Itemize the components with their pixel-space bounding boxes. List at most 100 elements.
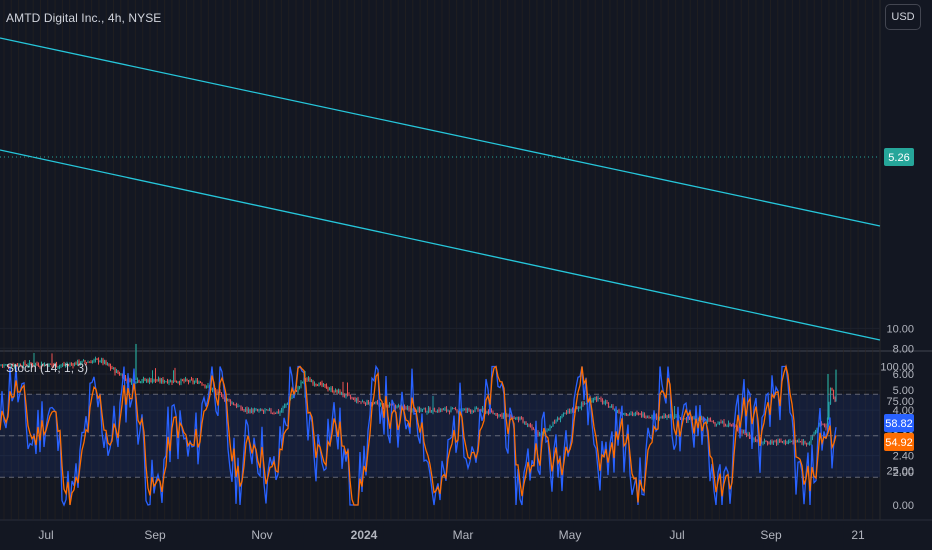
candle-body (313, 383, 316, 385)
candle-body (295, 390, 298, 392)
stoch-axis-label: 100.00 (880, 362, 914, 374)
candle-body (331, 388, 334, 392)
candle-body (310, 381, 313, 383)
candle-body (184, 379, 187, 382)
candle-body (150, 379, 152, 383)
candle-body (148, 379, 151, 383)
candle-body (336, 389, 338, 393)
candle-body (186, 379, 188, 381)
candle-body (1, 365, 4, 367)
candle-body (309, 378, 311, 382)
candle-body (307, 378, 310, 380)
candle-body (102, 359, 104, 364)
last-price-label: 5.26 (888, 152, 909, 164)
candle-body (201, 382, 203, 385)
candle-body (207, 385, 209, 387)
candle-body (319, 382, 322, 384)
candle-body (97, 359, 100, 363)
candle-body (333, 391, 335, 393)
candle-body (177, 382, 179, 384)
time-axis-label: Jul (669, 528, 684, 542)
stochastic-pane (0, 364, 880, 507)
candle-body (106, 364, 109, 365)
candle-body (111, 368, 113, 370)
candle-body (328, 389, 331, 391)
candle-body (306, 379, 308, 381)
candle-body (154, 379, 157, 381)
candle-body (300, 382, 302, 387)
stoch-axis-label: 75.00 (886, 396, 914, 408)
candle-body (316, 385, 319, 386)
price-axis-label: 2.40 (893, 451, 914, 463)
price-pane-bg (0, 0, 880, 350)
candle-body (171, 380, 173, 383)
candle-body (211, 389, 214, 391)
candle-body (195, 380, 197, 382)
candle-body (91, 361, 94, 364)
candle-body (178, 382, 181, 384)
candle-body (130, 379, 133, 383)
candle-body (129, 378, 131, 383)
candle-body (199, 381, 202, 383)
candle-body (136, 380, 139, 383)
time-axis-label: Sep (144, 528, 166, 542)
candle-body (321, 382, 323, 386)
candle-body (141, 381, 143, 382)
candle-body (112, 368, 115, 369)
candle-body (153, 379, 155, 381)
candle-body (322, 384, 325, 386)
currency-button[interactable]: USD (885, 4, 921, 30)
time-axis-label: Sep (760, 528, 782, 542)
candle-body (297, 386, 299, 392)
candle-body (93, 359, 95, 362)
candle-body (334, 389, 337, 393)
candle-body (147, 379, 149, 383)
candle-body (103, 361, 106, 364)
candle-body (189, 379, 191, 382)
indicator-title[interactable]: Stoch (14, 1, 3) (6, 361, 88, 375)
candle-body (169, 380, 172, 383)
candle-body (192, 380, 194, 383)
candle-body (118, 373, 121, 376)
candle-body (324, 384, 326, 386)
candle-body (105, 361, 107, 365)
candle-body (181, 379, 184, 381)
chart-canvas[interactable]: 10.008.006.005.004.003.002.402.005.26100… (0, 0, 932, 550)
candle-body (175, 382, 178, 383)
price-axis-label: 10.00 (886, 323, 914, 335)
candle-body (117, 370, 119, 374)
candle-body (193, 381, 196, 383)
time-axis-label: Nov (251, 528, 272, 542)
candle-body (162, 379, 164, 383)
candle-body (99, 361, 101, 363)
candle-body (159, 378, 161, 382)
candle-body (301, 382, 304, 383)
candle-body (145, 379, 148, 381)
time-axis-label: 2024 (351, 528, 378, 542)
candle-body (108, 364, 110, 367)
candle-body (151, 380, 154, 383)
candle-body (96, 359, 98, 360)
candle-body (183, 380, 185, 382)
candle-body (0, 365, 2, 367)
candle-body (180, 379, 182, 384)
candle-body (114, 368, 116, 373)
candle-body (196, 380, 199, 384)
candle-body (187, 380, 190, 382)
candle-body (198, 381, 200, 384)
candle-body (90, 362, 92, 364)
candle-body (831, 388, 833, 391)
candle-body (205, 386, 208, 388)
candle-body (298, 386, 301, 388)
candle-body (337, 390, 340, 393)
candle-body (315, 383, 317, 386)
candle-body (156, 380, 158, 382)
candle-body (120, 374, 122, 376)
candle-body (339, 390, 341, 395)
candle-body (142, 378, 145, 382)
candle-body (124, 376, 127, 379)
stoch-d-label: 54.92 (885, 437, 913, 449)
candle-body (168, 382, 170, 384)
candle-body (216, 391, 218, 394)
candle-body (109, 366, 112, 369)
